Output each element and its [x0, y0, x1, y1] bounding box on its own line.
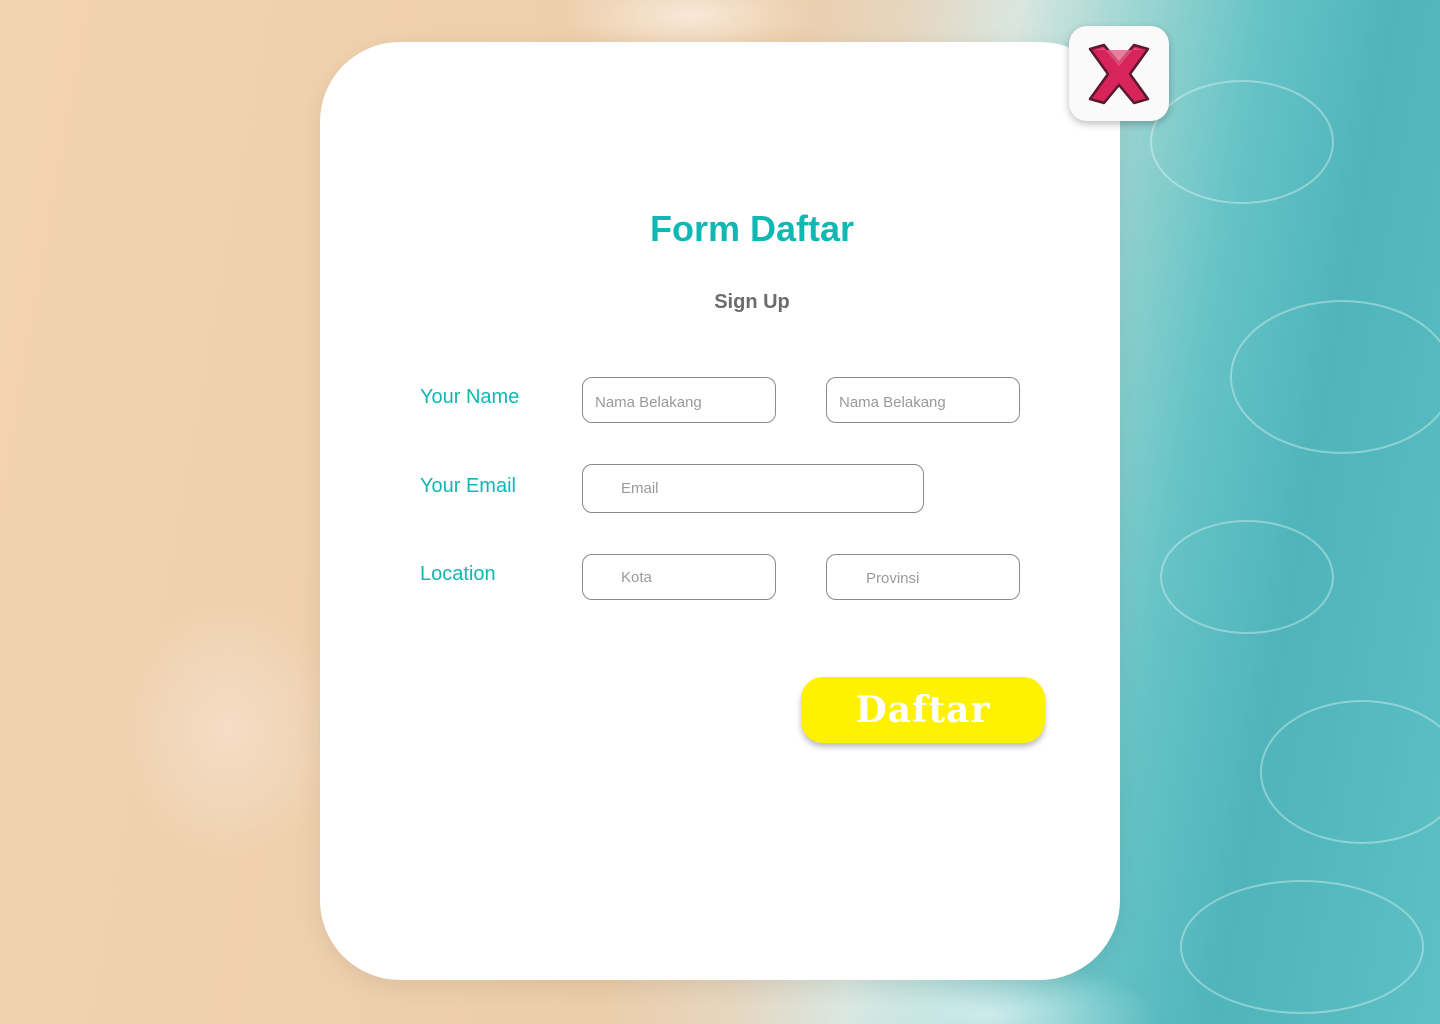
email-input[interactable] [582, 464, 924, 513]
form-subtitle: Sign Up [714, 291, 790, 313]
close-button[interactable] [1069, 26, 1169, 121]
last-name-input[interactable] [826, 377, 1020, 423]
city-input[interactable] [582, 554, 776, 600]
close-x-icon [1088, 43, 1150, 104]
daftar-button[interactable]: Daftar [801, 677, 1045, 743]
location-label: Location [420, 563, 496, 585]
name-label: Your Name [420, 386, 520, 408]
province-input[interactable] [826, 554, 1020, 600]
first-name-input[interactable] [582, 377, 776, 423]
form-title: Form Daftar [649, 208, 855, 249]
email-label: Your Email [420, 475, 516, 497]
